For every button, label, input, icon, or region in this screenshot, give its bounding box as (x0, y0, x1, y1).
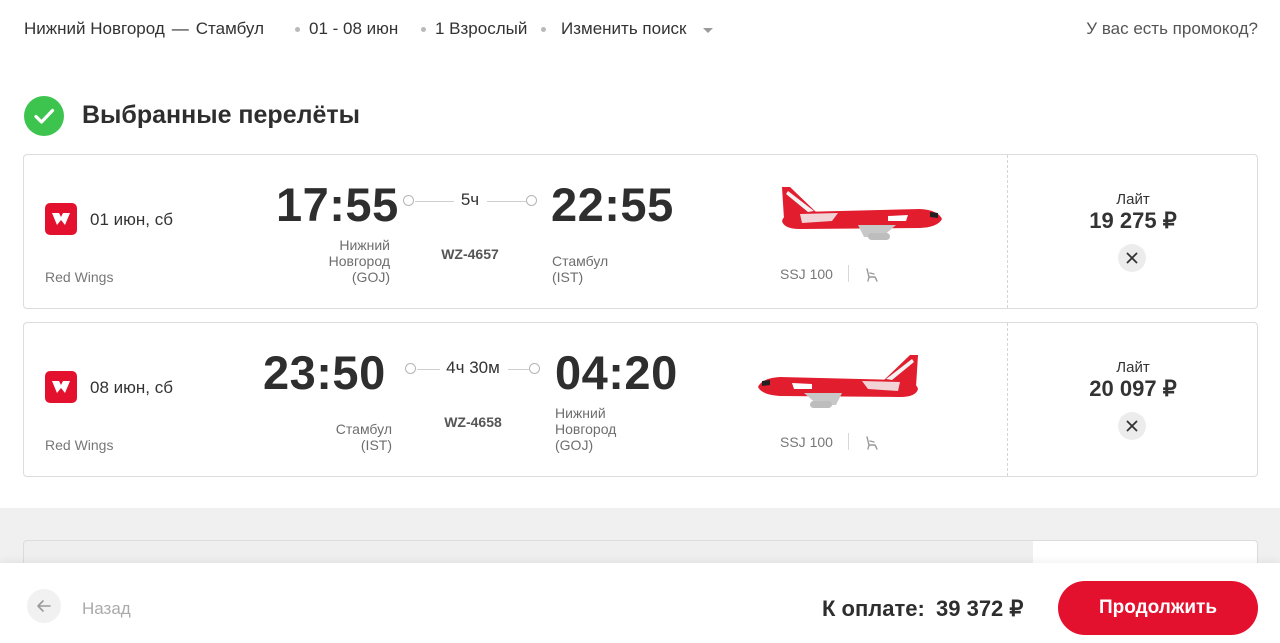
fare-name: Лайт (1116, 191, 1150, 208)
chevron-down-icon[interactable] (703, 28, 713, 33)
check-icon (24, 96, 64, 136)
red-wings-logo-icon (45, 203, 77, 235)
route-line (508, 369, 529, 370)
route-end-circle (526, 195, 537, 206)
departure-airport-code: (GOJ) (351, 269, 390, 285)
route-from: Нижний Новгород (24, 19, 165, 38)
arrival-airport-code: (GOJ) (555, 437, 594, 453)
back-button[interactable]: Назад (82, 599, 131, 619)
departure-place: Нижний Новгород (GOJ) (290, 237, 390, 285)
departure-time: 23:50 (263, 346, 386, 399)
departure-city-line: Новгород (328, 253, 390, 269)
divider (848, 433, 849, 450)
flight-number: WZ-4658 (444, 414, 502, 430)
arrival-place: Стамбул (IST) (552, 253, 608, 285)
arrival-time: 22:55 (551, 178, 674, 231)
route-start-circle (403, 195, 414, 206)
separator-dot (541, 27, 546, 32)
arrow-left-icon[interactable] (27, 589, 61, 623)
departure-airport-code: (IST) (360, 437, 392, 453)
divider (848, 265, 849, 282)
departure-time: 17:55 (276, 178, 399, 231)
arrival-city-line: Нижний (555, 405, 606, 421)
red-wings-plane-icon (758, 355, 918, 408)
red-wings-plane-icon (782, 187, 942, 240)
route-start-circle (405, 363, 416, 374)
change-search-button[interactable]: Изменить поиск (561, 19, 687, 39)
flight-duration: 4ч 30м (446, 358, 500, 377)
arrival-city-line: Стамбул (552, 253, 609, 269)
route-dash: — (171, 19, 189, 38)
flight-card-return: 08 июн, сб Red Wings 23:50 Стамбул (IST)… (23, 322, 1258, 477)
total-label: К оплате: (822, 596, 925, 621)
arrival-time: 04:20 (555, 346, 678, 399)
route-end-circle (529, 363, 540, 374)
departure-place: Стамбул (IST) (292, 421, 392, 453)
route-to: Стамбул (195, 19, 264, 38)
fare-name: Лайт (1116, 359, 1150, 376)
airline-name: Red Wings (45, 437, 114, 453)
section-title: Выбранные перелёты (82, 101, 360, 129)
red-wings-logo-icon (45, 371, 77, 403)
arrival-place: Нижний Новгород (GOJ) (555, 405, 616, 453)
route-line (417, 369, 440, 370)
flight-duration: 5ч (460, 190, 480, 209)
arrival-airport-code: (IST) (552, 269, 584, 285)
airline-name: Red Wings (45, 269, 114, 285)
search-summary-bar: Нижний Новгород — Стамбул 01 - 08 июн 1 Вз… (0, 0, 1280, 58)
flight-date: 08 июн, сб (90, 378, 173, 397)
route-line (487, 201, 526, 202)
flight-date: 01 июн, сб (90, 210, 173, 229)
fare-price: 19 275 ₽ (1089, 208, 1177, 233)
seat-icon (866, 268, 878, 282)
departure-city-line: Нижний (339, 237, 390, 253)
aircraft-type: SSJ 100 (780, 266, 833, 282)
total-price: 39 372 ₽ (936, 596, 1024, 621)
separator-dot (421, 27, 426, 32)
checkout-bar: Назад К оплате: 39 372 ₽ Продолжить (0, 563, 1280, 643)
search-passengers: 1 Взрослый (435, 19, 528, 38)
seat-icon (866, 436, 878, 450)
route-line (415, 201, 454, 202)
separator-dot (295, 27, 300, 32)
fare-price: 20 097 ₽ (1089, 376, 1177, 401)
aircraft-type: SSJ 100 (780, 434, 833, 450)
search-dates: 01 - 08 июн (309, 19, 399, 38)
continue-button[interactable]: Продолжить (1058, 581, 1258, 635)
close-icon[interactable] (1118, 412, 1146, 440)
arrival-city-line: Новгород (555, 421, 617, 437)
route-summary: Нижний Новгород — Стамбул (24, 19, 264, 39)
flight-card-outbound: 01 июн, сб Red Wings 17:55 Нижний Новгор… (23, 154, 1258, 309)
flight-number: WZ-4657 (441, 246, 499, 262)
close-icon[interactable] (1118, 244, 1146, 272)
promo-code-link[interactable]: У вас есть промокод? (1086, 19, 1258, 39)
departure-city-line: Стамбул (335, 421, 392, 437)
